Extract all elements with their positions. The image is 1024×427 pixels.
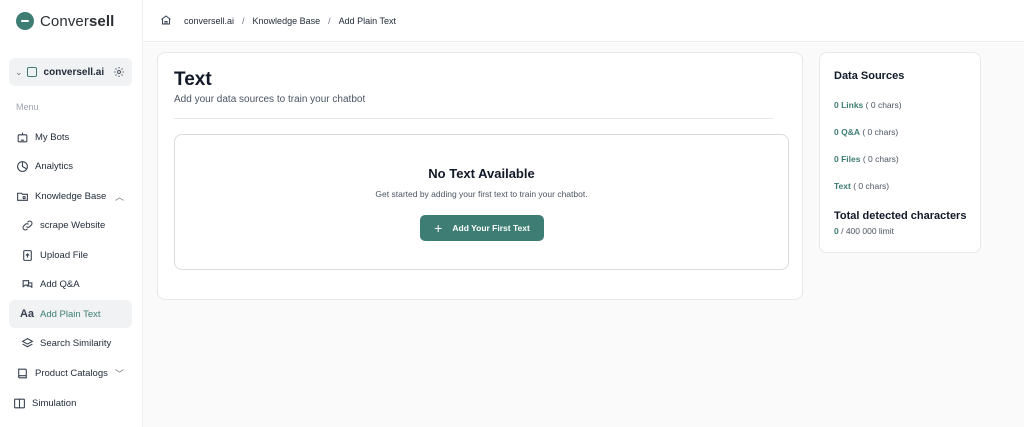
home-icon[interactable]	[160, 14, 172, 28]
logo-text: Conversell	[40, 12, 115, 30]
qa-icon	[20, 277, 34, 291]
empty-state: No Text Available Get started by adding …	[174, 134, 789, 270]
workspace-name: conversell.ai	[43, 66, 105, 78]
sidebar-item-label: scrape Website	[40, 219, 106, 231]
chevron-up-icon: ︿	[114, 191, 124, 202]
page-subtitle: Add your data sources to train your chat…	[174, 94, 366, 105]
layers-icon	[20, 336, 34, 350]
empty-state-description: Get started by adding your first text to…	[375, 189, 588, 199]
sidebar-item-label: Add Q&A	[40, 278, 80, 290]
data-source-links: 0 Links ( 0 chars)	[834, 100, 902, 110]
book-icon	[15, 366, 29, 380]
sidebar-item-label: Upload File	[40, 249, 89, 261]
text-panel: Text Add your data sources to train your…	[157, 52, 803, 300]
columns-icon	[12, 396, 26, 410]
data-sources-title: Data Sources	[834, 70, 905, 82]
sidebar-item-search-similarity[interactable]: Search Similarity	[9, 329, 132, 357]
sidebar-item-label: My Bots	[35, 131, 70, 143]
workspace-selector[interactable]: ⌄ conversell.ai	[9, 58, 132, 86]
menu-label: Menu	[16, 102, 39, 112]
sidebar-item-label: Knowledge Base	[35, 190, 107, 202]
data-source-files: 0 Files ( 0 chars)	[834, 154, 899, 164]
page-title: Text	[174, 69, 212, 90]
gear-icon[interactable]	[112, 65, 126, 79]
knowledge-base-icon	[15, 189, 29, 203]
total-characters-limit: 0 / 400 000 limit	[834, 226, 895, 236]
add-first-text-button[interactable]: + Add Your First Text	[420, 215, 544, 241]
sidebar-item-add-plain-text[interactable]: Aa Add Plain Text	[9, 300, 132, 328]
sidebar-item-my-bots[interactable]: My Bots	[9, 123, 132, 151]
add-button-label: Add Your First Text	[452, 223, 530, 233]
sidebar-item-label: Analytics	[35, 160, 74, 172]
sidebar-item-product-catalogs[interactable]: Product Catalogs ﹀	[9, 359, 132, 387]
breadcrumb-current: Add Plain Text	[338, 15, 396, 26]
breadcrumb-item[interactable]: conversell.ai	[184, 16, 234, 26]
sidebar-item-scrape-website[interactable]: scrape Website	[9, 211, 132, 239]
data-source-text: Text ( 0 chars)	[834, 181, 890, 191]
plus-icon: +	[434, 220, 443, 236]
data-source-qa: 0 Q&A ( 0 chars)	[834, 127, 899, 137]
sidebar-item-add-qa[interactable]: Add Q&A	[9, 270, 132, 298]
data-sources-card: Data Sources 0 Links ( 0 chars) 0 Q&A ( …	[819, 52, 981, 253]
bot-icon	[15, 130, 29, 144]
logo[interactable]: Conversell	[16, 12, 114, 30]
logo-chat-icon	[16, 12, 34, 30]
breadcrumb: conversell.ai / Knowledge Base / Add Pla…	[143, 0, 1024, 42]
sidebar-item-label: Search Similarity	[40, 337, 112, 349]
text-icon: Aa	[19, 308, 35, 320]
link-icon	[20, 218, 34, 232]
sidebar-item-analytics[interactable]: Analytics	[9, 152, 132, 180]
sidebar-item-label: Simulation	[32, 397, 77, 409]
sidebar-item-label: Product Catalogs	[35, 367, 108, 379]
total-characters-title: Total detected characters	[834, 210, 967, 222]
breadcrumb-item[interactable]: Knowledge Base	[253, 16, 321, 26]
empty-state-title: No Text Available	[428, 166, 535, 181]
sidebar-item-knowledge-base[interactable]: Knowledge Base ︿	[9, 182, 132, 210]
upload-file-icon	[20, 248, 34, 262]
breadcrumb-separator: /	[242, 15, 245, 26]
sidebar: Conversell ⌄ conversell.ai Menu My Bots …	[0, 0, 143, 427]
sidebar-item-label: Add Plain Text	[40, 308, 101, 320]
divider	[174, 118, 774, 119]
breadcrumb-separator: /	[328, 15, 331, 26]
chevron-down-icon: ﹀	[114, 368, 124, 379]
store-icon	[26, 67, 37, 77]
sidebar-item-upload-file[interactable]: Upload File	[9, 241, 132, 269]
analytics-icon	[15, 159, 29, 173]
chevron-down-icon: ⌄	[15, 66, 23, 77]
sidebar-item-simulation[interactable]: Simulation	[9, 389, 132, 417]
